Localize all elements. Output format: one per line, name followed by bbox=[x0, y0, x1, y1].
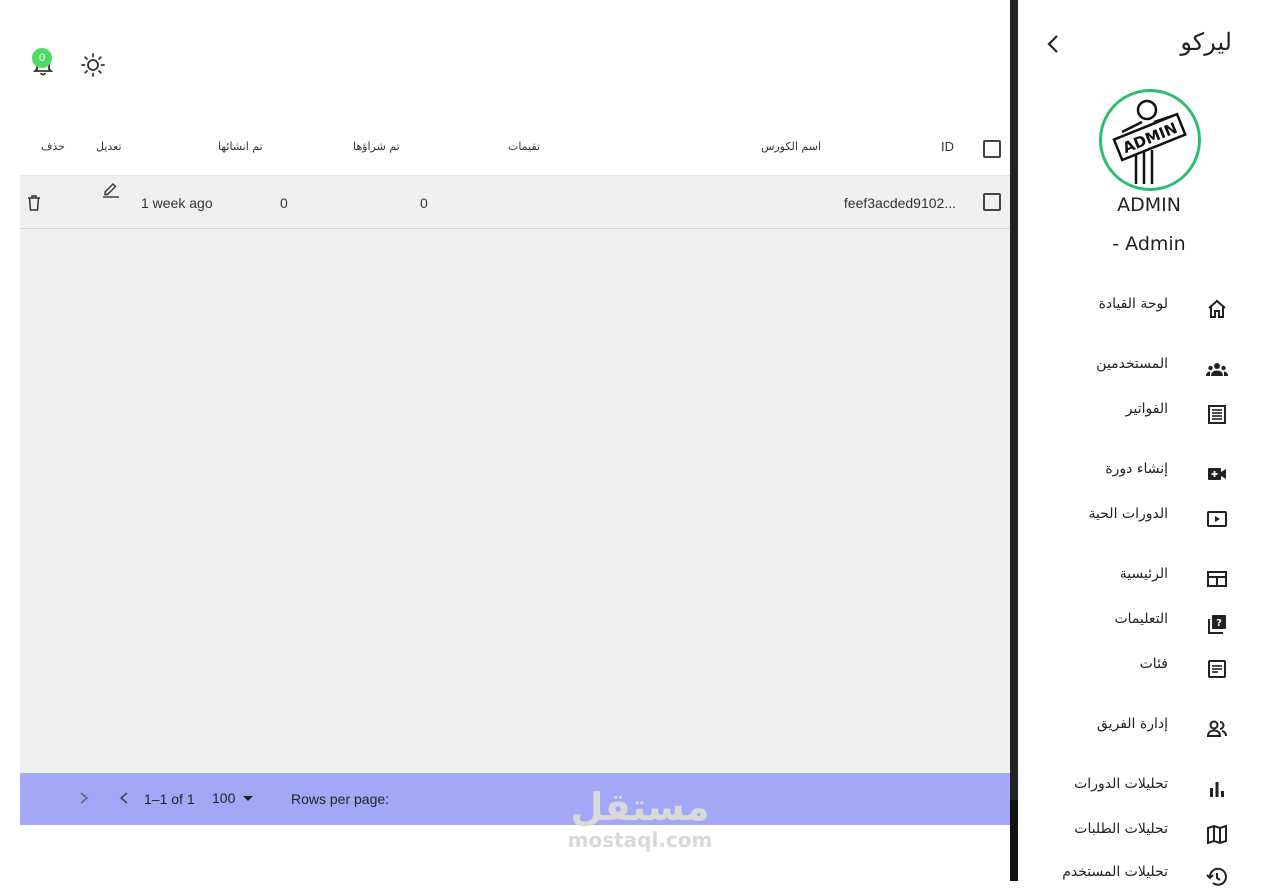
cell-created-at: 1 week ago bbox=[141, 195, 213, 211]
user-name: ADMIN bbox=[1117, 194, 1181, 216]
table-row[interactable]: 1 week ago 0 0 feef3acded9102... bbox=[20, 176, 1010, 229]
watermark-latin: mostaql.com bbox=[567, 828, 713, 852]
cell-created-count: 0 bbox=[280, 195, 288, 211]
sidebar-item-label: تحليلات الطلبات bbox=[1074, 821, 1168, 837]
brand-title: ليركو bbox=[1180, 28, 1232, 56]
sidebar-item-label: لوحة القيادة bbox=[1098, 296, 1168, 312]
rows-per-page-select[interactable]: 100 bbox=[212, 790, 235, 806]
svg-text:?: ? bbox=[1216, 618, 1222, 629]
column-header-ratings[interactable]: تقيمات bbox=[508, 140, 540, 153]
column-header-delete: حذف bbox=[41, 140, 65, 153]
live-video-icon bbox=[1207, 511, 1227, 527]
video-add-icon bbox=[1208, 468, 1226, 480]
home-icon bbox=[1208, 299, 1226, 318]
sidebar-item-user-analytics[interactable]: تحليلات المستخدم bbox=[1018, 860, 1280, 892]
notifications-button[interactable]: 0 bbox=[32, 48, 54, 78]
sidebar-item-label: إنشاء دورة bbox=[1105, 461, 1168, 477]
history-icon bbox=[1206, 867, 1227, 886]
admin-figure-icon: ADMIN bbox=[1112, 99, 1187, 184]
cell-id: feef3acded9102... bbox=[843, 195, 956, 211]
sidebar-item-label: إدارة الفريق bbox=[1096, 716, 1168, 732]
delete-button[interactable] bbox=[26, 194, 42, 212]
bar-chart-icon bbox=[1210, 782, 1224, 797]
web-layout-icon bbox=[1207, 571, 1227, 587]
user-role: - Admin bbox=[1112, 233, 1186, 255]
sidebar-item-label: المستخدمين bbox=[1096, 356, 1168, 372]
pencil-icon bbox=[103, 183, 119, 198]
rows-per-page-label: Rows per page: bbox=[291, 791, 390, 807]
team-icon bbox=[1206, 720, 1227, 737]
sidebar-divider-bottom bbox=[1010, 800, 1018, 881]
cell-purchased: 0 bbox=[420, 195, 428, 211]
notification-count-badge: 0 bbox=[32, 48, 52, 68]
select-all-checkbox[interactable] bbox=[983, 140, 1001, 158]
help-library-icon: ? bbox=[1208, 615, 1226, 634]
receipt-icon bbox=[1208, 405, 1226, 424]
previous-page-icon[interactable] bbox=[117, 790, 131, 806]
sun-icon bbox=[81, 53, 105, 77]
sidebar-item-label: تحليلات الدورات bbox=[1074, 776, 1168, 792]
sidebar: ليركو ADMIN ADMIN - Admin لوحة القيادة ا… bbox=[1018, 0, 1280, 886]
row-checkbox[interactable] bbox=[983, 193, 1001, 211]
sidebar-divider bbox=[1010, 0, 1018, 881]
map-icon bbox=[1207, 824, 1227, 845]
sidebar-item-users[interactable]: المستخدمين bbox=[1018, 352, 1280, 384]
table-body: 1 week ago 0 0 feef3acded9102... bbox=[20, 176, 1010, 774]
top-toolbar: 0 bbox=[28, 48, 118, 82]
sidebar-item-team[interactable]: إدارة الفريق bbox=[1018, 712, 1280, 744]
column-header-purchased[interactable]: تم شراؤها bbox=[353, 140, 400, 153]
sidebar-item-live-courses[interactable]: الدورات الحية bbox=[1018, 502, 1280, 534]
next-page-icon[interactable] bbox=[77, 790, 91, 806]
article-icon bbox=[1208, 660, 1226, 678]
pagination-range: 1–1 of 1 bbox=[144, 791, 195, 807]
sidebar-item-label: الرئيسية bbox=[1119, 566, 1168, 582]
courses-table: حذف تعديل تم انشائها تم شراؤها تقيمات اس… bbox=[20, 120, 1010, 774]
column-header-course-name[interactable]: اسم الكورس bbox=[761, 140, 821, 153]
avatar: ADMIN bbox=[1099, 89, 1201, 191]
column-header-edit: تعديل bbox=[96, 140, 122, 153]
sidebar-item-dashboard[interactable]: لوحة القيادة bbox=[1018, 292, 1280, 324]
sidebar-item-label: التعليمات bbox=[1114, 611, 1168, 627]
sidebar-item-label: تحليلات المستخدم bbox=[1062, 864, 1168, 880]
users-icon bbox=[1206, 363, 1228, 376]
theme-toggle-button[interactable] bbox=[80, 52, 106, 78]
table-header: حذف تعديل تم انشائها تم شراؤها تقيمات اس… bbox=[20, 120, 1010, 176]
sidebar-item-help[interactable]: التعليمات ? bbox=[1018, 607, 1280, 639]
sidebar-item-invoices[interactable]: الفواتير bbox=[1018, 397, 1280, 429]
pagination-bar: 1–1 of 1 100 Rows per page: bbox=[20, 773, 1010, 825]
sidebar-item-create-course[interactable]: إنشاء دورة bbox=[1018, 457, 1280, 489]
sidebar-item-home[interactable]: الرئيسية bbox=[1018, 562, 1280, 594]
sidebar-item-categories[interactable]: فئات bbox=[1018, 652, 1280, 684]
dropdown-arrow-icon[interactable] bbox=[242, 795, 254, 803]
column-header-created[interactable]: تم انشائها bbox=[218, 140, 263, 153]
sidebar-item-label: الفواتير bbox=[1125, 401, 1168, 417]
sidebar-item-course-analytics[interactable]: تحليلات الدورات bbox=[1018, 772, 1280, 804]
edit-button[interactable] bbox=[102, 180, 120, 198]
chevron-left-icon[interactable] bbox=[1044, 33, 1062, 55]
sidebar-item-order-analytics[interactable]: تحليلات الطلبات bbox=[1018, 817, 1280, 849]
sidebar-item-label: فئات bbox=[1139, 656, 1168, 672]
sidebar-item-label: الدورات الحية bbox=[1088, 506, 1168, 522]
column-header-id[interactable]: ID bbox=[941, 139, 954, 154]
trash-icon bbox=[28, 195, 40, 211]
